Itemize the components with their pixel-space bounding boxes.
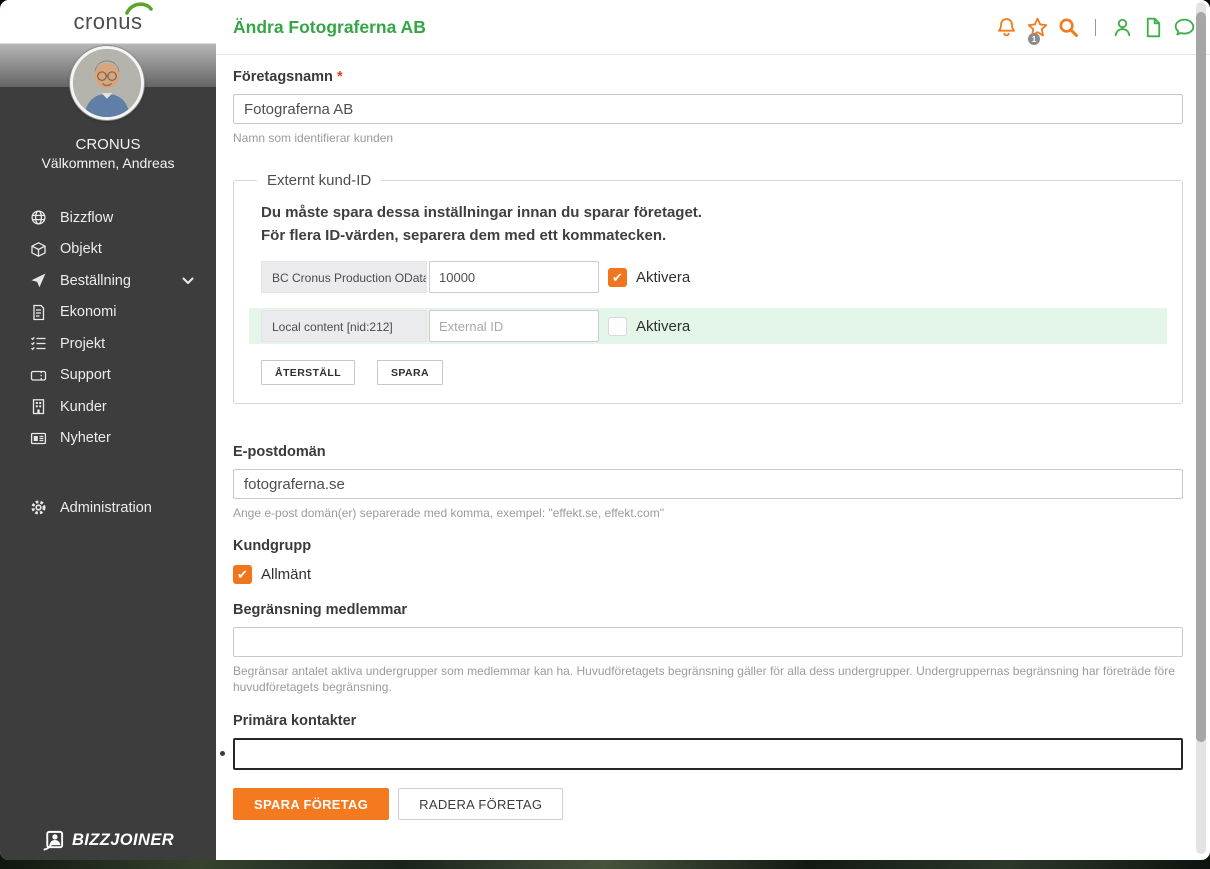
chevron-down-icon[interactable] bbox=[182, 277, 194, 285]
sidebar-item-support[interactable]: Support bbox=[0, 360, 216, 392]
user-profile-icon[interactable] bbox=[1111, 16, 1134, 39]
external-customer-id-legend: Externt kund-ID bbox=[267, 172, 372, 189]
delete-company-button[interactable]: RADERA FÖRETAG bbox=[398, 788, 564, 820]
reset-button[interactable]: ÅTERSTÄLL bbox=[261, 360, 356, 385]
sidebar-item-label: Ekonomi bbox=[60, 304, 117, 321]
form-action-buttons: SPARA FÖRETAG RADERA FÖRETAG bbox=[233, 788, 1201, 850]
document-icon[interactable] bbox=[1142, 16, 1165, 39]
aktivera-checkbox[interactable] bbox=[608, 267, 627, 287]
page-title: Ändra Fotograferna AB bbox=[233, 16, 426, 37]
sidebar-item-label: Objekt bbox=[60, 241, 102, 258]
member-limit-help: Begränsar antalet aktiva undergrupper so… bbox=[233, 664, 1175, 694]
save-settings-button[interactable]: SPARA bbox=[377, 360, 443, 385]
sidebar-item-projekt[interactable]: Projekt bbox=[0, 328, 216, 360]
external-id-note-line2: För flera ID-värden, separera dem med et… bbox=[261, 226, 667, 244]
user-welcome: Välkommen, Andreas bbox=[41, 155, 175, 171]
customer-group-option: Allmänt bbox=[233, 565, 1201, 584]
user-org: CRONUS bbox=[75, 136, 141, 153]
icon-separator bbox=[1095, 18, 1096, 36]
main-header: Ändra Fotograferna AB 1 bbox=[216, 0, 1210, 55]
sidebar: cronus CRONUS Välkommen, Andreas Bizzflo… bbox=[0, 0, 216, 860]
sidebar-nav-admin: Administration bbox=[0, 492, 216, 524]
external-customer-id-fieldset: Externt kund-ID Du måste spara dessa ins… bbox=[233, 172, 1183, 404]
company-name-label: Företagsnamn * bbox=[233, 69, 1201, 85]
bizzjoiner-icon bbox=[43, 830, 64, 851]
app-window: cronus CRONUS Välkommen, Andreas Bizzflo… bbox=[0, 0, 1210, 860]
send-icon bbox=[30, 272, 47, 289]
cronus-logo[interactable]: cronus bbox=[73, 1, 153, 35]
sidebar-item-bizzflow[interactable]: Bizzflow bbox=[0, 202, 216, 234]
aktivera-label: Aktivera bbox=[636, 317, 691, 335]
required-asterisk: * bbox=[336, 69, 343, 85]
globe-icon bbox=[30, 209, 47, 226]
newspaper-icon bbox=[30, 430, 47, 447]
ticket-icon bbox=[30, 367, 47, 384]
3d-object-icon bbox=[30, 241, 47, 258]
sidebar-item-label: Beställning bbox=[60, 272, 131, 289]
primary-contacts-input[interactable] bbox=[233, 738, 1183, 770]
external-id-buttons: ÅTERSTÄLL SPARA bbox=[261, 360, 1167, 385]
sidebar-item-label: Administration bbox=[60, 499, 152, 516]
gear-icon bbox=[30, 499, 47, 516]
sidebar-item-nyheter[interactable]: Nyheter bbox=[0, 423, 216, 455]
scrollbar-thumb[interactable] bbox=[1196, 12, 1206, 742]
member-limit-label: Begränsning medlemmar bbox=[233, 602, 408, 618]
external-id-input[interactable] bbox=[429, 310, 599, 342]
sidebar-item-kunder[interactable]: Kunder bbox=[0, 391, 216, 423]
primary-contacts-label: Primära kontakter bbox=[233, 713, 357, 729]
search-icon[interactable] bbox=[1057, 16, 1080, 39]
sidebar-item-label: Kunder bbox=[60, 398, 107, 415]
sidebar-item-objekt[interactable]: Objekt bbox=[0, 234, 216, 266]
sidebar-item-label: Bizzflow bbox=[60, 209, 114, 226]
external-id-note: Du måste spara dessa inställningar innan… bbox=[261, 202, 1167, 247]
header-icons: 1 bbox=[995, 16, 1196, 45]
save-company-button[interactable]: SPARA FÖRETAG bbox=[233, 788, 390, 820]
favorites-star-icon[interactable]: 1 bbox=[1026, 16, 1049, 45]
sidebar-item-ekonomi[interactable]: Ekonomi bbox=[0, 297, 216, 329]
company-name-label-text: Företagsnamn bbox=[233, 69, 333, 85]
sidebar-item-label: Support bbox=[60, 367, 111, 384]
allmant-checkbox[interactable] bbox=[233, 565, 252, 584]
company-name-input[interactable] bbox=[233, 94, 1183, 124]
external-system-label: Local content [nid:212] bbox=[261, 310, 427, 342]
external-id-row-highlighted: Local content [nid:212] Aktivera bbox=[249, 308, 1167, 344]
sidebar-item-label: Projekt bbox=[60, 335, 106, 352]
user-block: CRONUS Välkommen, Andreas bbox=[0, 135, 216, 173]
building-icon bbox=[30, 398, 47, 415]
bizzjoiner-logo: BIZZJOINER bbox=[0, 829, 216, 852]
user-avatar[interactable] bbox=[70, 46, 144, 120]
edit-company-form: Företagsnamn * Namn som identifierar kun… bbox=[216, 69, 1201, 850]
bizzjoiner-text: BIZZJOINER bbox=[71, 831, 175, 849]
email-domain-input[interactable] bbox=[233, 469, 1183, 499]
main-area: Ändra Fotograferna AB 1 Företagsnamn * F… bbox=[216, 0, 1210, 860]
cronus-swoosh-icon bbox=[124, 1, 153, 15]
external-system-label: BC Cronus Production OData V4 bbox=[261, 261, 427, 293]
sidebar-item-label: Nyheter bbox=[60, 430, 111, 447]
aktivera-label: Aktivera bbox=[636, 268, 691, 286]
company-name-help: Namn som identifierar kunden bbox=[233, 131, 394, 145]
external-id-note-line1: Du måste spara dessa inställningar innan… bbox=[261, 204, 702, 221]
favorites-badge: 1 bbox=[1028, 32, 1040, 45]
sidebar-nav: Bizzflow Objekt Beställning Ekonomi Proj… bbox=[0, 202, 216, 454]
avatar-photo bbox=[73, 49, 141, 117]
email-domain-label: E-postdomän bbox=[233, 444, 326, 460]
external-id-input[interactable] bbox=[429, 261, 599, 293]
member-limit-input[interactable] bbox=[233, 627, 1183, 657]
sidebar-item-administration[interactable]: Administration bbox=[0, 492, 216, 524]
task-list-icon bbox=[30, 335, 47, 352]
bell-icon[interactable] bbox=[995, 16, 1018, 39]
sidebar-item-bestallning[interactable]: Beställning bbox=[0, 265, 216, 297]
primary-contacts-wrap bbox=[220, 738, 1201, 770]
logo-area: cronus bbox=[0, 0, 216, 44]
allmant-label: Allmänt bbox=[261, 566, 312, 583]
customer-group-label: Kundgrupp bbox=[233, 538, 312, 554]
chat-icon[interactable] bbox=[1173, 16, 1196, 39]
invoice-icon bbox=[30, 304, 47, 321]
bullet-dot bbox=[220, 751, 225, 756]
email-domain-help: Ange e-post domän(er) separerade med kom… bbox=[233, 506, 664, 520]
aktivera-checkbox[interactable] bbox=[608, 316, 627, 336]
external-id-row: BC Cronus Production OData V4 Aktivera bbox=[249, 261, 1167, 293]
